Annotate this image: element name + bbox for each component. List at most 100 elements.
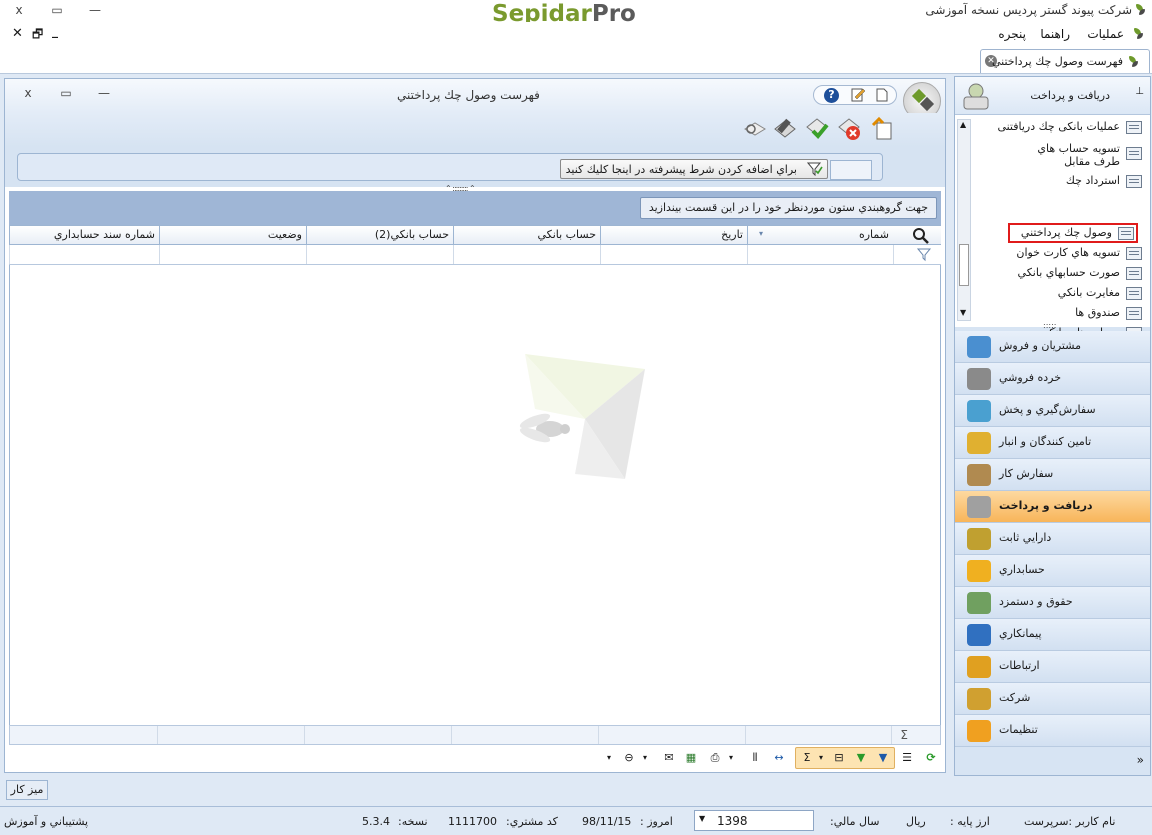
receive-pay-icon [967,496,991,518]
list-item-cheque-refund[interactable]: استرداد چك [976,171,1146,191]
fiscal-year-select[interactable]: ▼ 1398 [694,810,814,831]
column-header-number[interactable]: شماره [747,226,893,245]
sort-arrow-icon: ▾ [758,229,763,238]
filter-cell[interactable] [453,245,600,264]
inner-close-button[interactable]: x [13,83,43,103]
filter-blue-icon[interactable]: ▼ [875,750,891,766]
print-preview-icon[interactable] [741,115,769,143]
nav-item[interactable]: تنظيمات [955,715,1150,747]
search-icon[interactable] [893,226,939,245]
nav-item[interactable]: دارايي ثابت [955,523,1150,555]
close-window-button[interactable]: x [4,0,34,20]
nav-item[interactable]: تامين كنندگان و انبار [955,427,1150,459]
group-rows-icon[interactable]: ⊟ [831,750,847,766]
minimize-window-button[interactable]: — [80,0,110,20]
new-record-icon[interactable] [869,115,897,143]
scroll-thumb[interactable] [959,244,969,286]
filter-side-box[interactable] [830,160,872,180]
grid-body[interactable] [9,265,941,725]
column-header-date[interactable]: تاريخ [600,226,747,245]
list-item-bank-reconciliation[interactable]: مغايرت بانكي [976,283,1146,303]
restore-window-button[interactable]: ▭ [42,0,72,20]
refresh-icon[interactable]: ⟳ [923,750,939,766]
nav-item[interactable]: شرکت [955,683,1150,715]
list-item-label: تسويه هاي كارت خوان [1016,246,1120,259]
columns-icon[interactable]: ⦀ [747,750,763,766]
filter-cell[interactable] [747,245,893,264]
desktop-tab[interactable]: ميز كار [6,780,48,800]
list-item-bank-received-cheque[interactable]: عملیات بانکی چك دریافتنی [976,117,1146,137]
scroll-up-icon[interactable]: ▲ [960,120,966,129]
mdi-close-button[interactable]: ✕ [12,26,23,41]
nav-item[interactable]: ارتباطات [955,651,1150,683]
column-header-status[interactable]: وضعيت [159,226,306,245]
nav-item-label: تنظيمات [999,723,1038,736]
menu-help[interactable]: راهنما [1040,27,1070,41]
fit-width-icon[interactable]: ↔ [771,750,787,766]
filter-green-icon[interactable]: ▼ [853,750,869,766]
dropdown-arrow-icon[interactable]: ▾ [601,750,617,766]
app-leaf-icon [1136,4,1146,16]
inner-restore-button[interactable]: ▭ [51,83,81,103]
scroll-down-icon[interactable]: ▼ [960,308,966,317]
layout-icon[interactable]: ☰ [899,750,915,766]
menu-operations[interactable]: عملیات [1087,27,1124,41]
help-icon[interactable]: ? [824,88,839,103]
dropdown-arrow-icon[interactable]: ▾ [723,750,739,766]
list-item-payable-cheque-collection[interactable]: وصول چك پرداختني [1008,223,1138,243]
nav-item[interactable]: حقوق و دستمزد [955,587,1150,619]
nav-item[interactable]: دریافت و پرداخت [955,491,1150,523]
nav-item[interactable]: سفارش كار [955,459,1150,491]
mdi-restore-button[interactable]: 🗗 [32,25,43,46]
delete-record-icon[interactable] [835,115,863,143]
filter-cell[interactable] [9,245,159,264]
excel-export-icon[interactable]: ▦ [683,750,699,766]
nav-item[interactable]: مشتریان و فروش [955,331,1150,363]
group-by-hint: جهت گروهبندي ستون موردنظر خود را در اين … [639,197,937,219]
nav-item[interactable]: خرده فروشي [955,363,1150,395]
export-icon[interactable]: ✉ [661,750,677,766]
nav-item[interactable]: سفارش‌گيري و پخش [955,395,1150,427]
menu-leaf-icon [1134,28,1144,40]
dropdown-arrow-icon[interactable]: ▾ [637,750,653,766]
list-item-bank-statements[interactable]: صورت حسابهاي بانكي [976,263,1146,283]
sigma-icon: Σ [900,728,908,742]
group-by-panel[interactable]: جهت گروهبندي ستون موردنظر خود را در اين … [9,191,941,225]
nav-item-label: سفارش‌گيري و پخش [999,403,1096,416]
dropdown-arrow-icon[interactable]: ▾ [813,750,829,766]
edit-note-icon[interactable] [850,88,866,102]
inner-minimize-button[interactable]: — [89,83,119,103]
filter-cell[interactable] [600,245,747,264]
tab-payable-cheque-collection[interactable]: ✕ فهرست وصول چك پرداختني [980,49,1150,73]
filter-cell[interactable] [159,245,306,264]
list-item-card-reader-settlement[interactable]: تسويه هاي كارت خوان [976,243,1146,263]
support-link[interactable]: پشتيباني و آموزش [4,815,88,828]
list-item-counterparty-settlement[interactable]: تسويه حساب هاي طرف مقابل [976,139,1146,169]
nav-item-label: پيمانكاري [999,627,1042,640]
antenna-icon [967,656,991,678]
nav-item-label: خرده فروشي [999,371,1062,384]
add-advanced-condition-button[interactable]: براي اضافه كردن شرط پيشرفته در اينجا كلي… [560,159,828,179]
menu-window[interactable]: پنجره [998,27,1026,41]
edit-record-icon[interactable] [771,115,799,143]
confirm-record-icon[interactable] [803,115,831,143]
nav-item[interactable]: حسابداري [955,555,1150,587]
circle-option-icon[interactable]: ⊖ [621,750,637,766]
grid-filter-row [9,245,941,265]
print-icon[interactable]: ⎙ [707,750,723,766]
filter-cell[interactable] [306,245,453,264]
nav-item-label: ارتباطات [999,659,1040,672]
sum-icon[interactable]: Σ [799,750,815,766]
mdi-minimize-button[interactable]: _ [52,24,58,38]
column-header-bank-account-2[interactable]: حساب بانكي(2) [306,226,453,245]
new-document-icon[interactable] [874,88,890,102]
expand-panel-icon[interactable]: » [1137,753,1144,767]
list-item-cash-boxes[interactable]: صندوق ها [976,303,1146,323]
column-header-bank-account[interactable]: حساب بانكي [453,226,600,245]
column-header-voucher-number[interactable]: شماره سند حسابداري [9,226,159,245]
today-value: 98/11/15 [582,815,632,828]
nav-item[interactable]: پيمانكاري [955,619,1150,651]
tab-label: فهرست وصول چك پرداختني [992,55,1123,68]
pin-icon[interactable]: ⊥ [1135,86,1144,97]
list-scrollbar[interactable]: ▲ ▼ [957,119,971,321]
